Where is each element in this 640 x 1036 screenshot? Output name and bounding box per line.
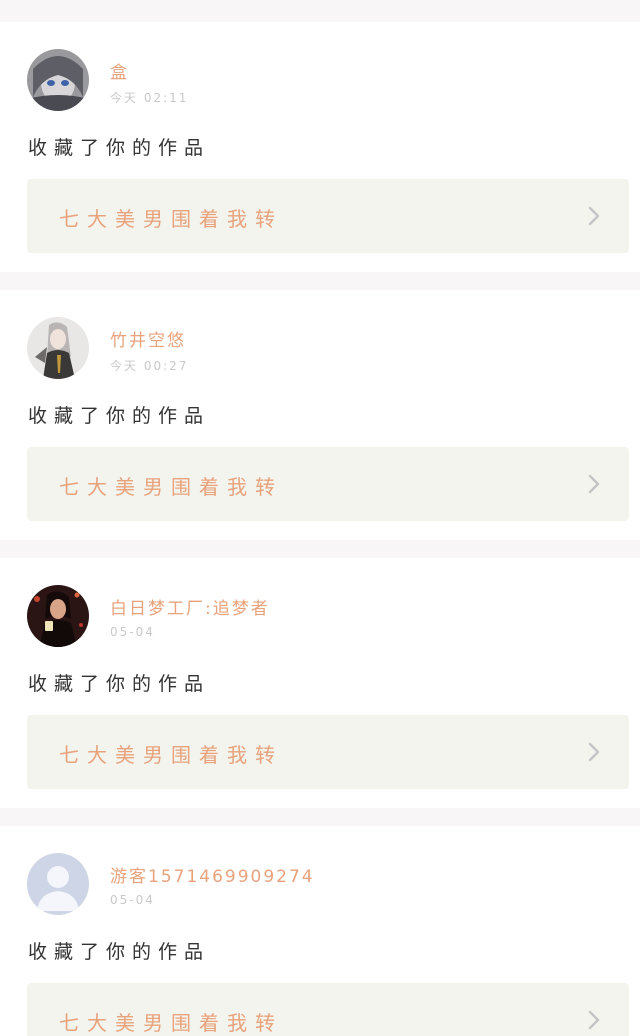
username[interactable]: 游客1571469909274 bbox=[110, 862, 315, 887]
work-link[interactable]: 七大美男围着我转 bbox=[27, 179, 629, 253]
work-link[interactable]: 七大美男围着我转 bbox=[27, 715, 629, 789]
chevron-right-icon bbox=[588, 474, 600, 494]
work-title: 七大美男围着我转 bbox=[59, 1011, 283, 1035]
work-title: 七大美男围着我转 bbox=[59, 207, 283, 231]
notification-card: 竹井空悠 今天 00:27 收藏了你的作品 七大美男围着我转 bbox=[0, 290, 640, 540]
action-text: 收藏了你的作品 bbox=[28, 941, 211, 963]
action-text: 收藏了你的作品 bbox=[28, 673, 211, 695]
action-text: 收藏了你的作品 bbox=[28, 137, 211, 159]
notification-card: 白日梦工厂:追梦者 05-04 收藏了你的作品 七大美男围着我转 bbox=[0, 558, 640, 808]
work-title: 七大美男围着我转 bbox=[59, 743, 283, 767]
default-user-avatar-icon[interactable] bbox=[27, 853, 89, 915]
notification-card: 游客1571469909274 05-04 收藏了你的作品 七大美男围着我转 bbox=[0, 826, 640, 1036]
timestamp: 今天 02:11 bbox=[110, 91, 189, 105]
chevron-right-icon bbox=[588, 206, 600, 226]
chevron-right-icon bbox=[588, 742, 600, 762]
username[interactable]: 盒 bbox=[110, 58, 129, 83]
notification-feed: 盒 今天 02:11 收藏了你的作品 七大美男围着我转 竹井空悠 今天 00:2… bbox=[0, 0, 640, 1036]
timestamp: 今天 00:27 bbox=[110, 359, 189, 373]
woman-photo-avatar-icon[interactable] bbox=[27, 585, 89, 647]
action-text: 收藏了你的作品 bbox=[28, 405, 211, 427]
work-link[interactable]: 七大美男围着我转 bbox=[27, 983, 629, 1036]
username[interactable]: 竹井空悠 bbox=[110, 326, 186, 351]
notification-card: 盒 今天 02:11 收藏了你的作品 七大美男围着我转 bbox=[0, 22, 640, 272]
chevron-right-icon bbox=[588, 1010, 600, 1030]
timestamp: 05-04 bbox=[110, 625, 155, 639]
username[interactable]: 白日梦工厂:追梦者 bbox=[110, 594, 270, 619]
timestamp: 05-04 bbox=[110, 893, 155, 907]
work-title: 七大美男围着我转 bbox=[59, 475, 283, 499]
anime-character-avatar-icon[interactable] bbox=[27, 317, 89, 379]
anime-girl-avatar-icon[interactable] bbox=[27, 49, 89, 111]
work-link[interactable]: 七大美男围着我转 bbox=[27, 447, 629, 521]
